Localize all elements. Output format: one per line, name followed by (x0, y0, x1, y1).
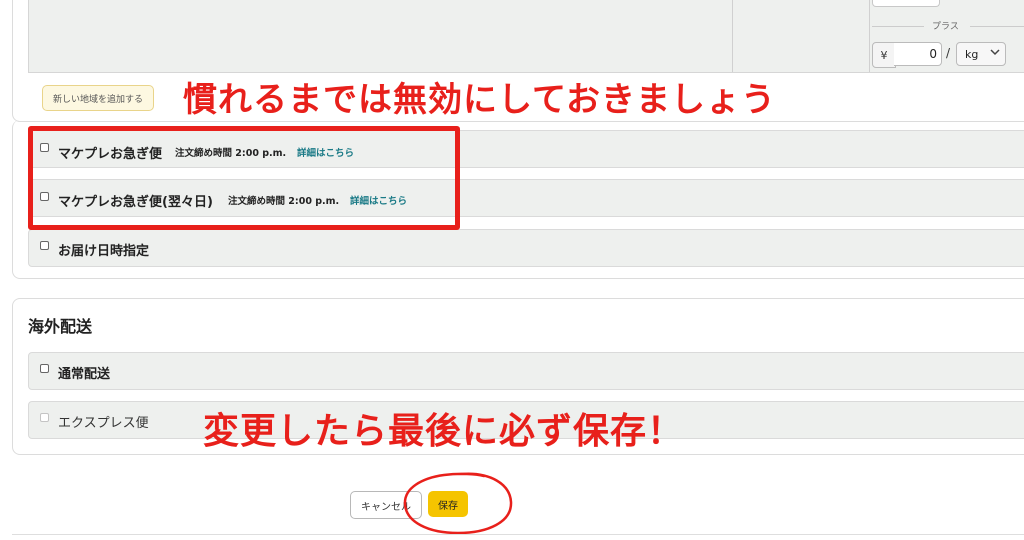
option-checkbox[interactable] (40, 364, 49, 373)
table-divider (732, 0, 733, 72)
annotation-save-note: 変更したら最後に必ず保存！ (203, 411, 685, 452)
option-checkbox-disabled (40, 413, 49, 422)
option-label: エクスプレス便 (58, 416, 149, 431)
chevron-down-icon (990, 48, 1000, 59)
per-separator: / (946, 46, 951, 60)
add-region-button[interactable]: 新しい地域を追加する (42, 85, 155, 111)
unit-select-value: kg (965, 47, 979, 61)
amount-input[interactable]: 0 (894, 42, 942, 66)
option-checkbox[interactable] (40, 241, 49, 250)
highlight-circle (400, 470, 515, 540)
currency-prefix: ¥ (872, 42, 896, 68)
previous-input-field[interactable] (872, 0, 940, 7)
section-title: 海外配送 (28, 317, 93, 336)
shipping-option-row (28, 229, 1024, 267)
highlight-box (28, 126, 460, 230)
table-divider (869, 0, 870, 72)
shipping-option-row (28, 352, 1024, 390)
divider (872, 26, 924, 27)
annotation-disable-note: 慣れるまでは無効にしておきましょう (183, 80, 776, 120)
option-label: お届け日時指定 (58, 244, 150, 259)
divider (12, 534, 1024, 535)
option-label: 通常配送 (58, 367, 111, 382)
plus-label: プラス (932, 22, 959, 32)
divider (970, 26, 1024, 27)
